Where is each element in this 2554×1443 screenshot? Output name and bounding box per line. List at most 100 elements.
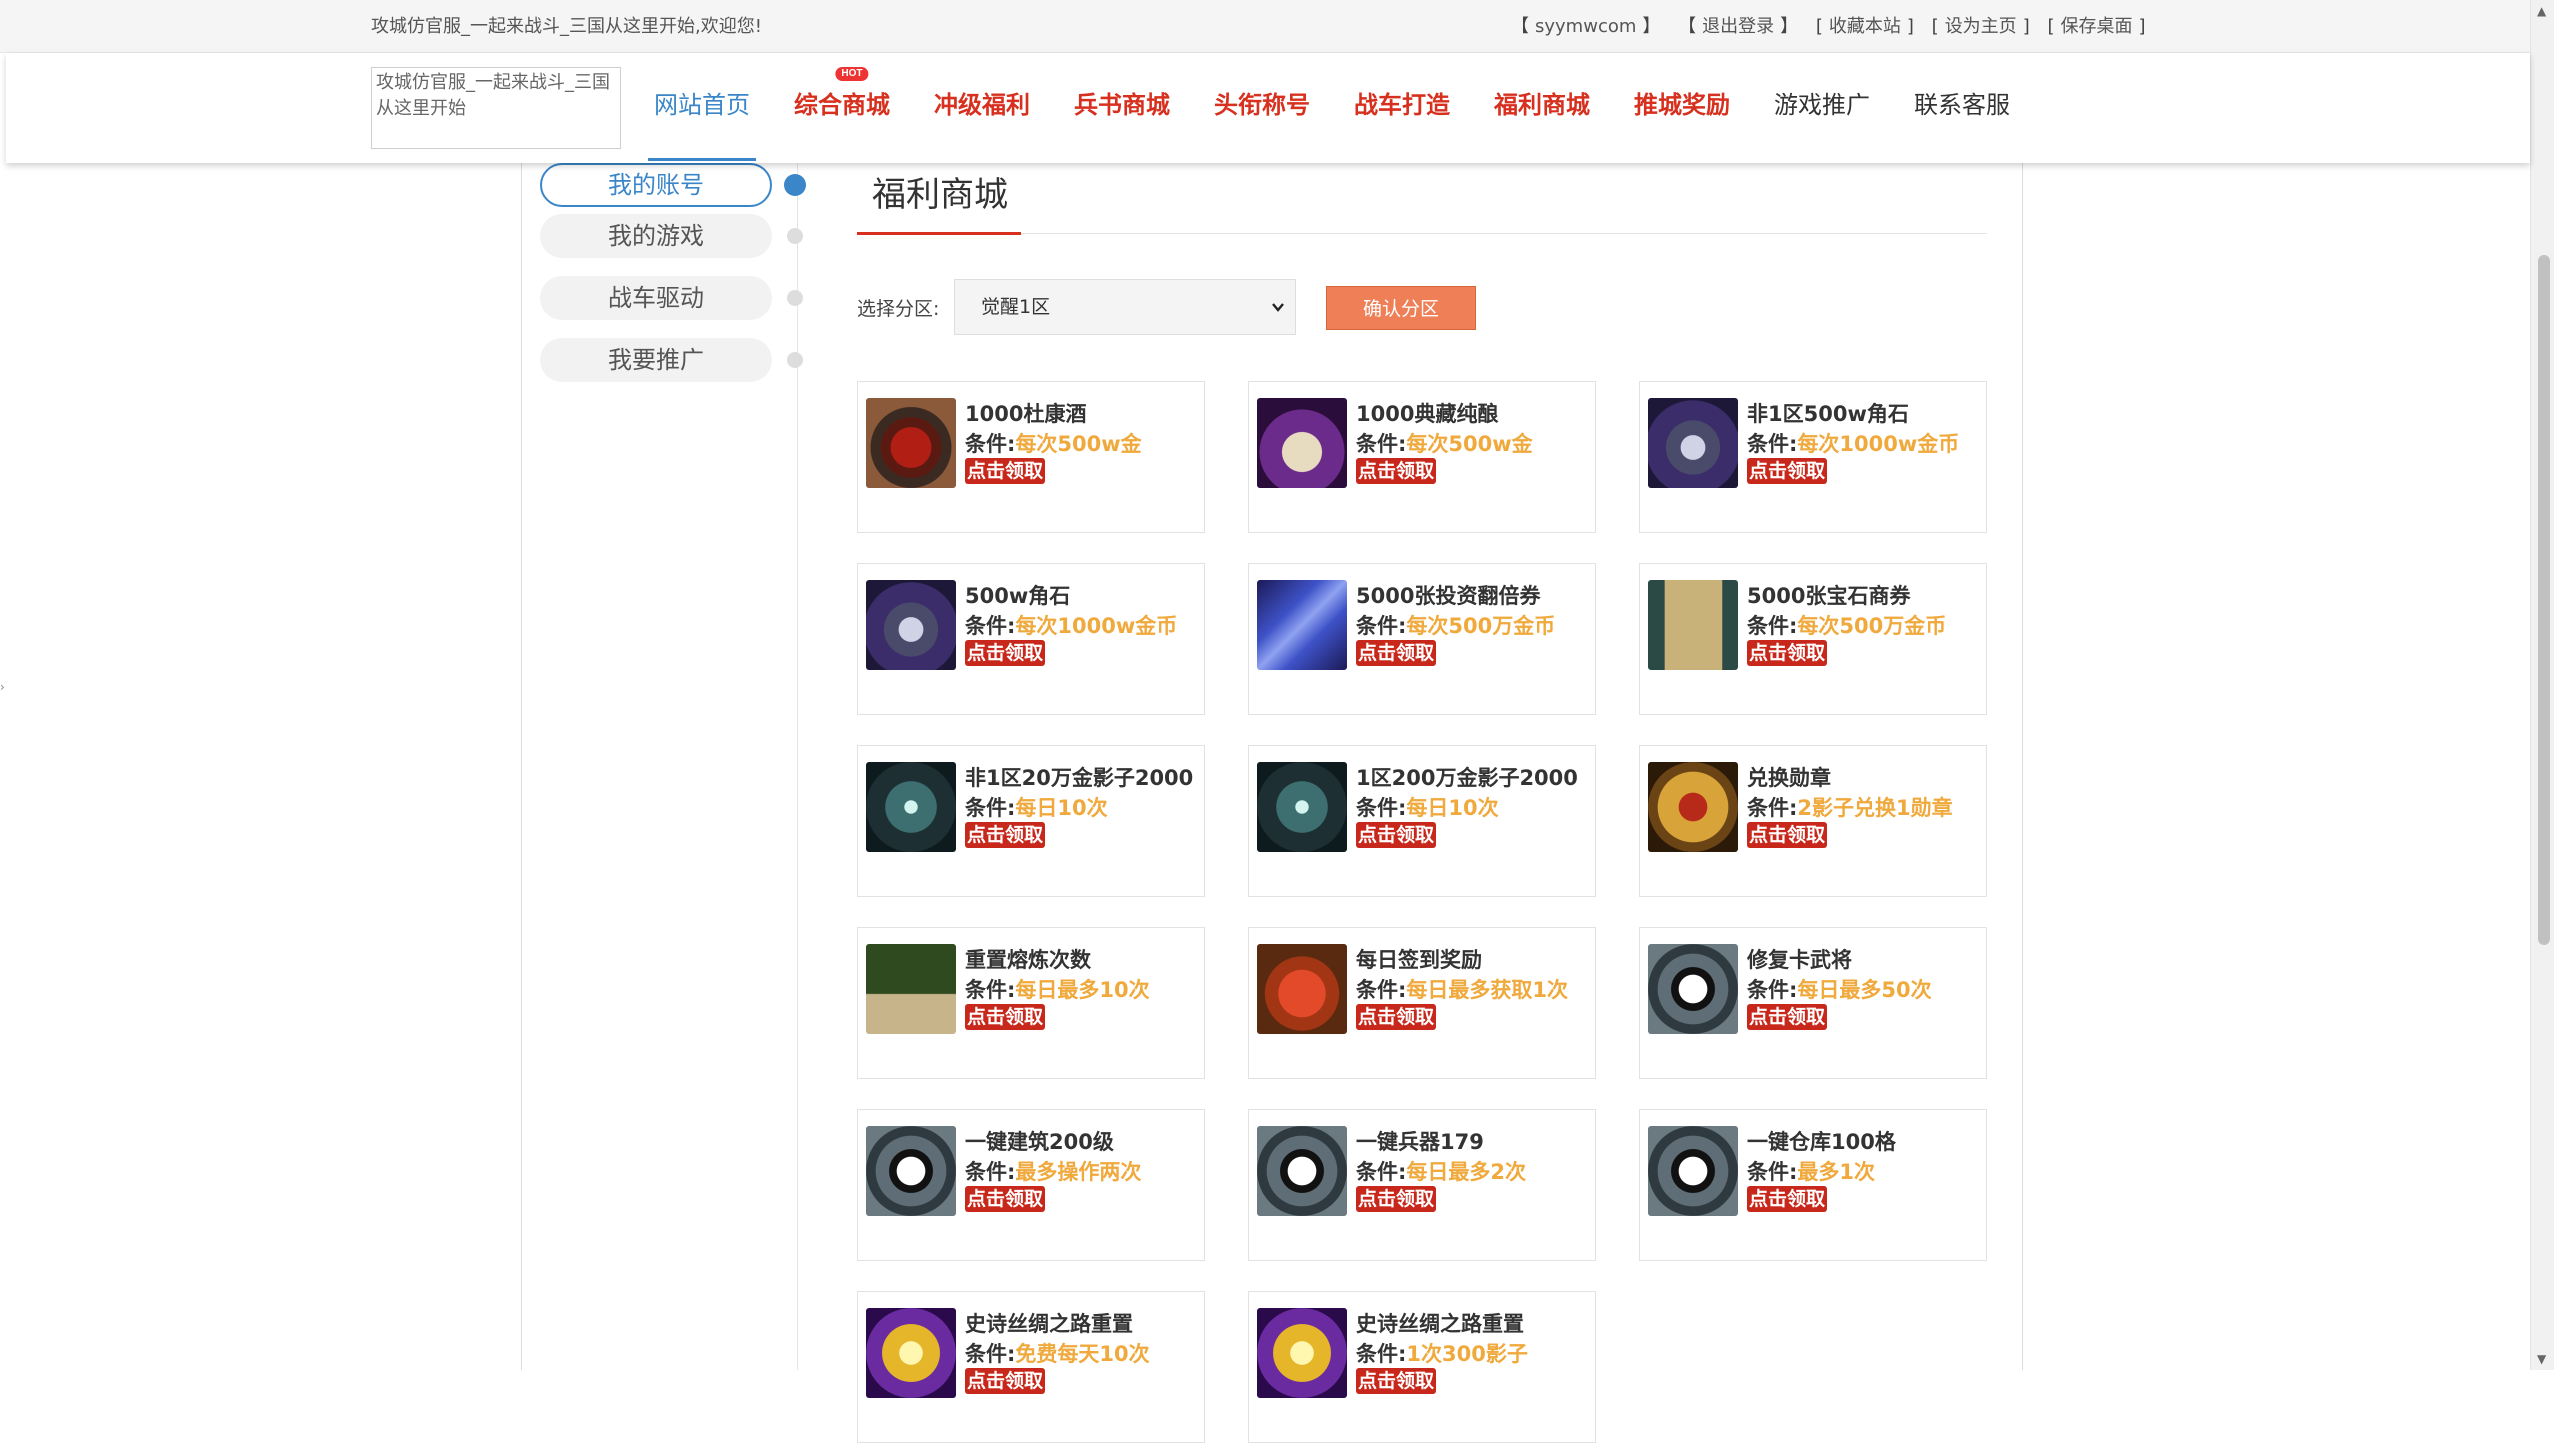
condition-value: 最多1次 [1797, 1160, 1876, 1184]
condition-value: 每日最多2次 [1406, 1160, 1527, 1184]
reward-condition: 条件:每日10次 [1356, 792, 1499, 822]
claim-button[interactable]: 点击领取 [1356, 640, 1437, 666]
scroll-icon [1648, 580, 1738, 670]
claim-button[interactable]: 点击领取 [1747, 1186, 1828, 1212]
nav-titles[interactable]: 头衔称号 [1192, 53, 1332, 163]
condition-value: 1次300影子 [1406, 1342, 1528, 1366]
claim-button[interactable]: 点击领取 [965, 640, 1046, 666]
logout-link[interactable]: 退出登录 [1702, 16, 1774, 37]
top-bar: 攻城仿官服_一起来战斗_三国从这里开始,欢迎您! 【syymwcom】 【退出登… [0, 0, 2530, 53]
reward-name: 1000典藏纯酿 [1356, 402, 1499, 426]
condition-prefix: 条件: [1747, 796, 1798, 820]
scrollbar-thumb[interactable] [2538, 255, 2550, 945]
claim-button[interactable]: 点击领取 [1356, 1186, 1437, 1212]
claim-button[interactable]: 点击领取 [1356, 1004, 1437, 1030]
nav-level-rewards[interactable]: 冲级福利 [912, 53, 1052, 163]
ore-stone-icon [1648, 398, 1738, 488]
reward-condition: 条件:每次1000w金币 [965, 610, 1177, 640]
zone-select[interactable]: 觉醒1区 [954, 279, 1296, 335]
nav-general-shop[interactable]: 综合商城 HOT [772, 53, 912, 163]
sidebar-item-my-games[interactable]: 我的游戏 [540, 214, 772, 258]
save-desktop-link[interactable]: 保存桌面 [2060, 16, 2132, 37]
reward-card[interactable]: 史诗丝绸之路重置 条件:免费每天10次 点击领取 [857, 1291, 1205, 1443]
reward-name: 5000张投资翻倍券 [1356, 584, 1541, 608]
condition-value: 每日最多获取1次 [1406, 978, 1569, 1002]
reward-card[interactable]: 一键仓库100格 条件:最多1次 点击领取 [1639, 1109, 1987, 1261]
reward-name: 一键仓库100格 [1747, 1130, 1896, 1154]
reward-condition: 条件:免费每天10次 [965, 1338, 1150, 1368]
reward-card[interactable]: 500w角石 条件:每次1000w金币 点击领取 [857, 563, 1205, 715]
reward-card[interactable]: 1区200万金影子2000 条件:每日10次 点击领取 [1248, 745, 1596, 897]
claim-button[interactable]: 点击领取 [1747, 458, 1828, 484]
top-links: 【syymwcom】 【退出登录】 [收藏本站] [设为主页] [保存桌面] [1511, 16, 2146, 37]
nav-chariot-forge[interactable]: 战车打造 [1332, 53, 1472, 163]
condition-prefix: 条件: [1747, 1160, 1798, 1184]
nav-city-rewards[interactable]: 推城奖励 [1612, 53, 1752, 163]
reward-condition: 条件:每次500w金 [1356, 428, 1533, 458]
reward-card[interactable]: 1000杜康酒 条件:每次500w金 点击领取 [857, 381, 1205, 533]
hot-badge: HOT [835, 67, 869, 81]
claim-button[interactable]: 点击领取 [965, 1004, 1046, 1030]
set-homepage-link[interactable]: 设为主页 [1945, 16, 2017, 37]
yin-yang-icon [1648, 1126, 1738, 1216]
condition-value: 每次500w金 [1015, 432, 1142, 456]
bookmark-link[interactable]: 收藏本站 [1829, 16, 1901, 37]
sidebar-item-my-account[interactable]: 我的账号 [540, 163, 772, 207]
condition-prefix: 条件: [1747, 978, 1798, 1002]
claim-button[interactable]: 点击领取 [965, 1186, 1046, 1212]
nav-welfare-shop[interactable]: 福利商城 [1472, 53, 1612, 163]
golden-orb-icon [866, 1308, 956, 1398]
reward-card[interactable]: 一键建筑200级 条件:最多操作两次 点击领取 [857, 1109, 1205, 1261]
claim-button[interactable]: 点击领取 [965, 458, 1046, 484]
reward-card[interactable]: 1000典藏纯酿 条件:每次500w金 点击领取 [1248, 381, 1596, 533]
reward-card[interactable]: 每日签到奖励 条件:每日最多获取1次 点击领取 [1248, 927, 1596, 1079]
reward-card[interactable]: 修复卡武将 条件:每日最多50次 点击领取 [1639, 927, 1987, 1079]
sidebar-item-chariot-driver[interactable]: 战车驱动 [540, 276, 772, 320]
sidebar: 我的账号 我的游戏 战车驱动 我要推广 [522, 163, 806, 1370]
scroll-down-arrow-icon[interactable]: ▼ [2537, 1352, 2546, 1366]
reward-card[interactable]: 一键兵器179 条件:每日最多2次 点击领取 [1248, 1109, 1596, 1261]
nav-customer-service[interactable]: 联系客服 [1892, 53, 2032, 163]
blades-icon [866, 762, 956, 852]
sidebar-item-promote[interactable]: 我要推广 [540, 338, 772, 382]
reward-card[interactable]: 非1区500w角石 条件:每次1000w金币 点击领取 [1639, 381, 1987, 533]
reward-card[interactable]: 史诗丝绸之路重置 条件:1次300影子 点击领取 [1248, 1291, 1596, 1443]
claim-button[interactable]: 点击领取 [965, 822, 1046, 848]
confirm-zone-button[interactable]: 确认分区 [1326, 286, 1476, 330]
nav-game-promotion[interactable]: 游戏推广 [1752, 53, 1892, 163]
reward-card[interactable]: 重置熔炼次数 条件:每日最多10次 点击领取 [857, 927, 1205, 1079]
reward-name: 重置熔炼次数 [965, 948, 1091, 972]
reward-card[interactable]: 5000张投资翻倍券 条件:每次500万金币 点击领取 [1248, 563, 1596, 715]
scroll-up-arrow-icon[interactable]: ▲ [2537, 4, 2546, 18]
reward-condition: 条件:每日最多获取1次 [1356, 974, 1568, 1004]
reward-condition: 条件:每次500w金 [965, 428, 1142, 458]
claim-button[interactable]: 点击领取 [1356, 822, 1437, 848]
reward-card[interactable]: 5000张宝石商券 条件:每次500万金币 点击领取 [1639, 563, 1987, 715]
condition-value: 每次500w金 [1406, 432, 1533, 456]
gift-box-icon [1257, 944, 1347, 1034]
nav-home[interactable]: 网站首页 [632, 53, 772, 163]
page-title: 福利商城 [872, 175, 1008, 215]
condition-prefix: 条件: [1356, 978, 1407, 1002]
reward-condition: 条件:每次1000w金币 [1747, 428, 1959, 458]
claim-button[interactable]: 点击领取 [1356, 458, 1437, 484]
username-link[interactable]: syymwcom [1535, 16, 1636, 37]
collapse-arrow-icon[interactable]: › [0, 680, 5, 694]
claim-button[interactable]: 点击领取 [1747, 822, 1828, 848]
condition-prefix: 条件: [965, 796, 1016, 820]
nav-military-book-shop[interactable]: 兵书商城 [1052, 53, 1192, 163]
wine-jar-icon [866, 398, 956, 488]
page-scrollbar[interactable]: ▲ ▼ [2530, 0, 2554, 1370]
claim-button[interactable]: 点击领取 [1356, 1368, 1437, 1394]
claim-button[interactable]: 点击领取 [965, 1368, 1046, 1394]
claim-button[interactable]: 点击领取 [1747, 1004, 1828, 1030]
claim-button[interactable]: 点击领取 [1747, 640, 1828, 666]
blades-icon [1257, 762, 1347, 852]
condition-prefix: 条件: [1356, 1160, 1407, 1184]
yin-yang-icon [1257, 1126, 1347, 1216]
reward-card[interactable]: 兑换勋章 条件:2影子兑换1勋章 点击领取 [1639, 745, 1987, 897]
reward-card[interactable]: 非1区20万金影子2000 条件:每日10次 点击领取 [857, 745, 1205, 897]
site-logo[interactable]: 攻城仿官服_一起来战斗_三国从这里开始 [371, 67, 621, 149]
reward-condition: 条件:每日最多10次 [965, 974, 1150, 1004]
condition-value: 每次1000w金币 [1015, 614, 1178, 638]
